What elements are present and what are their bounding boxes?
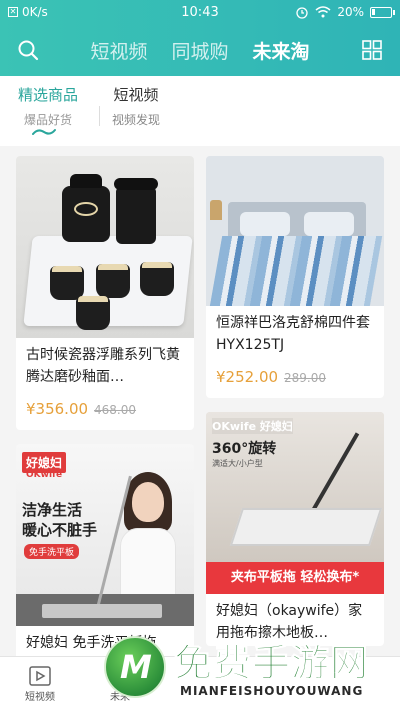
brand-english: OKwife xyxy=(26,470,63,480)
product-price: ¥356.00 xyxy=(26,400,89,418)
sub-tabs: 精选商品 爆品好货 短视频 视频发现 xyxy=(0,76,400,146)
price-row: ¥356.00 468.00 xyxy=(16,390,194,430)
rotation-headline: 360°旋转 xyxy=(212,441,277,457)
lamp-shape xyxy=(210,200,222,220)
search-button[interactable] xyxy=(0,24,56,76)
subtab-featured-sublabel: 爆品好货 xyxy=(23,113,72,127)
watermark: M 免费手游网 MIANFEISHOUYOUWANG xyxy=(104,628,400,711)
promo-chip: 免手洗平板 xyxy=(24,544,80,559)
subtab-short-video-label: 短视频 xyxy=(113,86,159,104)
search-icon xyxy=(18,40,39,61)
price-row: ¥252.00 289.00 xyxy=(206,358,384,398)
main-tabs: 短视频 同城购 未来淘 xyxy=(56,33,344,68)
product-card[interactable]: OKwife 好媳妇 360°旋转 满适大/小户型 夹布平板拖 轻松换布* 好媳… xyxy=(206,412,384,646)
promo-line-1: 洁净生活 xyxy=(22,501,83,519)
grid-column-left: 古时候瓷器浮雕系列飞黄腾达磨砂釉面… ¥356.00 468.00 好媳妇 OK… xyxy=(16,156,194,656)
status-right: 20% xyxy=(252,5,395,19)
cup-shape xyxy=(96,264,130,298)
status-time: 10:43 xyxy=(181,4,219,20)
product-image-tea-set xyxy=(16,156,194,338)
product-image-mop: 好媳妇 OKwife 洁净生活 暖心不脏手 免手洗平板 xyxy=(16,444,194,626)
promo-line-2: 暖心不脏手 xyxy=(22,521,98,539)
tab-short-video[interactable]: 短视频 xyxy=(88,33,149,68)
product-title: 恒源祥巴洛克舒棉四件套HYX125TJ xyxy=(216,315,370,353)
watermark-logo-icon: M xyxy=(104,636,166,698)
subtab-featured[interactable]: 精选商品 爆品好货 xyxy=(0,82,96,130)
mop-plate-shape xyxy=(229,508,383,546)
battery-level xyxy=(372,8,375,15)
product-original-price: 289.00 xyxy=(284,371,327,385)
subtab-short-video[interactable]: 短视频 视频发现 xyxy=(88,82,184,130)
tab-future-tao[interactable]: 未来淘 xyxy=(251,33,312,68)
active-indicator-icon xyxy=(32,129,56,135)
status-left: ✕ 0K/s xyxy=(8,5,148,19)
brand-badge: OKwife 好媳妇 xyxy=(212,418,293,434)
network-speed: 0K/s xyxy=(22,5,48,19)
product-image-bedding xyxy=(206,156,384,306)
status-bar: ✕ 0K/s 10:43 20% xyxy=(0,0,400,24)
product-image-mop: OKwife 好媳妇 360°旋转 满适大/小户型 夹布平板拖 轻松换布* xyxy=(206,412,384,594)
product-grid: 古时候瓷器浮雕系列飞黄腾达磨砂釉面… ¥356.00 468.00 好媳妇 OK… xyxy=(0,146,400,656)
watermark-logo-letter: M xyxy=(120,648,152,686)
rotation-subtext: 满适大/小户型 xyxy=(212,459,263,468)
play-icon xyxy=(29,665,51,686)
notification-icon: ✕ xyxy=(8,7,18,17)
watermark-text: 免费手游网 xyxy=(173,641,370,686)
subtab-short-video-sublabel: 视频发现 xyxy=(111,113,160,127)
product-card[interactable]: 恒源祥巴洛克舒棉四件套HYX125TJ ¥252.00 289.00 xyxy=(206,156,384,398)
product-card[interactable]: 古时候瓷器浮雕系列飞黄腾达磨砂釉面… ¥356.00 468.00 xyxy=(16,156,194,430)
mop-head-shape xyxy=(42,604,162,618)
alarm-icon xyxy=(296,7,308,19)
quilt-shape xyxy=(209,236,383,306)
canister-shape xyxy=(114,178,158,244)
grid-menu-button[interactable] xyxy=(344,24,400,76)
watermark-subtext: MIANFEISHOUYOUWANG xyxy=(180,684,364,698)
product-original-price: 468.00 xyxy=(94,403,137,417)
tab-local-shopping[interactable]: 同城购 xyxy=(169,33,230,68)
subtab-featured-label: 精选商品 xyxy=(17,86,78,104)
bottom-tab-label: 短视频 xyxy=(25,691,55,703)
pillow-shape xyxy=(304,212,354,236)
battery-icon xyxy=(370,6,395,18)
teapot-shape xyxy=(62,174,110,242)
cup-shape xyxy=(50,266,84,300)
product-card[interactable]: 好媳妇 OKwife 洁净生活 暖心不脏手 免手洗平板 好媳妇 免手洗平板拖 xyxy=(16,444,194,656)
top-nav: 短视频 同城购 未来淘 xyxy=(0,24,400,76)
battery-percent: 20% xyxy=(337,5,364,19)
promo-banner: 夹布平板拖 轻松换布* xyxy=(206,562,384,594)
bottom-tab-short-video[interactable]: 短视频 xyxy=(0,657,80,711)
cup-shape xyxy=(140,262,174,296)
grid-column-right: 恒源祥巴洛克舒棉四件套HYX125TJ ¥252.00 289.00 OKwif… xyxy=(206,156,384,656)
grid-icon xyxy=(362,40,382,60)
pillow-shape xyxy=(240,212,290,236)
product-price: ¥252.00 xyxy=(216,368,279,386)
wifi-icon xyxy=(315,6,331,18)
model-face-shape xyxy=(132,482,164,522)
product-title: 古时候瓷器浮雕系列飞黄腾达磨砂釉面… xyxy=(26,347,180,385)
cup-shape xyxy=(76,296,110,330)
